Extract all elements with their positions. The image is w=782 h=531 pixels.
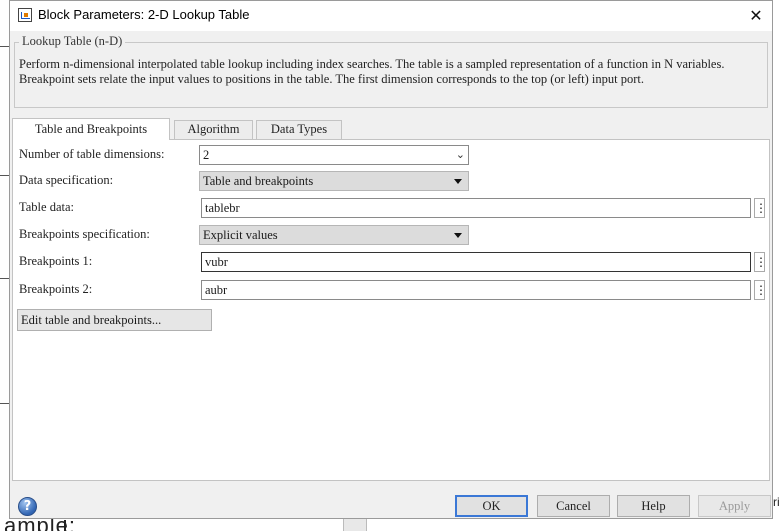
num-dims-label: Number of table dimensions: — [19, 147, 165, 161]
data-spec-label: Data specification: — [19, 173, 114, 187]
background-scrollbar — [343, 519, 367, 531]
more-options-icon[interactable]: ⋮ — [754, 252, 767, 272]
dropdown-arrow-icon — [454, 233, 462, 238]
close-icon[interactable]: ✕ — [746, 6, 766, 26]
bp-spec-dropdown[interactable]: Explicit values — [199, 225, 469, 245]
table-data-label: Table data: — [19, 200, 74, 214]
title-bar: Block Parameters: 2-D Lookup Table ✕ — [10, 1, 772, 31]
background-right-label: ri — [773, 495, 780, 509]
background-cursor — [64, 520, 66, 531]
dropdown-arrow-icon — [454, 179, 462, 184]
help-button[interactable]: Help — [617, 495, 690, 517]
simulink-block-icon — [18, 8, 32, 22]
tab-data-types[interactable]: Data Types — [256, 120, 342, 139]
tab-panel: Number of table dimensions: 2 ⌄ Data spe… — [12, 139, 770, 481]
bp1-label: Breakpoints 1: — [19, 254, 93, 268]
help-icon[interactable]: ? — [18, 497, 37, 516]
cancel-button[interactable]: Cancel — [537, 495, 610, 517]
tab-algorithm[interactable]: Algorithm — [174, 120, 253, 139]
window-title: Block Parameters: 2-D Lookup Table — [38, 7, 250, 22]
bp-spec-value: Explicit values — [203, 228, 278, 242]
tab-table-and-breakpoints[interactable]: Table and Breakpoints — [12, 118, 170, 140]
ok-button[interactable]: OK — [455, 495, 528, 517]
table-data-input[interactable]: tablebr — [201, 198, 751, 218]
group-title: Lookup Table (n-D) — [19, 34, 126, 49]
num-dims-combobox[interactable]: 2 ⌄ — [199, 145, 469, 165]
bp2-label: Breakpoints 2: — [19, 282, 93, 296]
more-options-icon[interactable]: ⋮ — [754, 198, 767, 218]
breakpoints-2-input[interactable]: aubr — [201, 280, 751, 300]
chevron-down-icon: ⌄ — [455, 148, 465, 161]
apply-button[interactable]: Apply — [698, 495, 771, 517]
data-spec-dropdown[interactable]: Table and breakpoints — [199, 171, 469, 191]
data-spec-value: Table and breakpoints — [203, 174, 314, 188]
bp-spec-label: Breakpoints specification: — [19, 227, 150, 241]
edit-table-button[interactable]: Edit table and breakpoints... — [17, 309, 212, 331]
tab-bar: Table and Breakpoints Algorithm Data Typ… — [10, 118, 772, 140]
num-dims-value: 2 — [203, 148, 210, 162]
more-options-icon[interactable]: ⋮ — [754, 280, 767, 300]
background-right-text: ri — [773, 490, 782, 520]
breakpoints-1-input[interactable]: vubr — [201, 252, 751, 272]
block-description: Perform n-dimensional interpolated table… — [19, 57, 725, 86]
block-parameters-dialog: Block Parameters: 2-D Lookup Table ✕ Loo… — [9, 0, 773, 519]
